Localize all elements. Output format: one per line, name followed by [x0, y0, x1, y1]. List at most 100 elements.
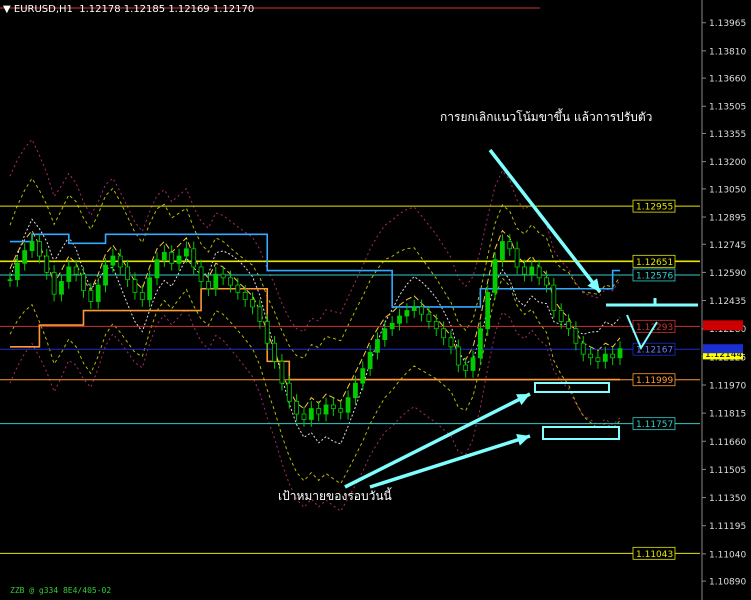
candle-body	[485, 291, 491, 330]
annotation-bottom-text: เป้าหมายของรอบวันนี้	[278, 489, 392, 503]
candle-body	[272, 342, 277, 362]
candle-body	[323, 404, 329, 415]
candle-body	[66, 266, 72, 282]
level-label: 1.12651	[636, 258, 673, 268]
candle-body	[389, 322, 395, 330]
symbol-label: EURUSD,H1	[13, 4, 73, 15]
candle-body	[7, 279, 13, 282]
candle-body	[308, 408, 314, 420]
candle-body	[29, 241, 35, 252]
candle-body	[367, 351, 373, 370]
candle-body	[147, 277, 153, 301]
candle-body	[588, 353, 594, 359]
candle-body	[375, 339, 380, 353]
level-label: 1.11757	[636, 420, 673, 430]
y-tick-label: 1.13965	[709, 19, 746, 29]
candle-body	[397, 315, 402, 324]
candle-body	[294, 400, 300, 415]
y-tick-label: 1.12590	[709, 269, 746, 279]
candle-body	[103, 264, 108, 286]
candle-body	[73, 266, 79, 275]
candle-body	[617, 348, 623, 359]
candle-body	[345, 397, 351, 413]
candle-body	[14, 262, 20, 281]
red-price-box	[703, 320, 743, 331]
candle-body	[44, 255, 50, 273]
y-tick-label: 1.11660	[709, 438, 746, 448]
candle-body	[301, 413, 307, 420]
candle-body	[566, 321, 571, 330]
candle-body	[250, 299, 255, 308]
level-label: 1.11043	[636, 550, 673, 560]
candle-body	[22, 250, 28, 264]
candle-body	[169, 252, 175, 264]
symbol-header: ▼ EURUSD,H1 1.12178 1.12185 1.12169 1.12…	[3, 4, 254, 15]
candle-body	[220, 273, 226, 279]
candle-body	[139, 291, 145, 301]
candle-body	[228, 277, 233, 286]
candle-body	[610, 353, 616, 359]
candle-body	[286, 382, 292, 402]
candle-body	[161, 252, 167, 261]
level-label: 1.12576	[636, 271, 673, 281]
candle-body	[59, 281, 64, 295]
candle-body	[433, 321, 439, 330]
candle-body	[183, 248, 189, 257]
candle-body	[125, 266, 130, 281]
candle-body	[338, 408, 344, 413]
candle-body	[448, 337, 454, 348]
candle-body	[316, 408, 322, 415]
candle-body	[441, 328, 447, 339]
candle-body	[595, 357, 601, 362]
candle-body	[235, 284, 241, 293]
price-axis: 1.13965 1.13810 1.13660 1.13505 1.13355 1.132…	[702, 19, 746, 588]
candle-body	[213, 273, 219, 290]
candle-body	[382, 328, 388, 340]
y-tick-label: 1.12745	[709, 241, 746, 251]
candle-body	[602, 353, 608, 362]
candle-body	[117, 255, 123, 268]
candle-body	[551, 284, 557, 311]
candle-body	[492, 259, 498, 293]
candle-body	[544, 277, 549, 286]
candle-body	[455, 346, 461, 366]
y-tick-label: 1.11350	[709, 494, 746, 504]
y-tick-label: 1.11195	[709, 522, 746, 532]
candle-body	[198, 266, 204, 282]
candle-body	[507, 241, 513, 250]
candle-body	[242, 291, 248, 301]
candle-body	[257, 306, 263, 322]
candle-body	[110, 255, 116, 266]
candle-body	[411, 306, 417, 311]
y-tick-label: 1.10890	[709, 578, 746, 588]
y-tick-label: 1.12895	[709, 214, 746, 224]
chart-background	[0, 0, 751, 600]
candle-body	[477, 328, 483, 359]
y-tick-label: 1.13505	[709, 103, 746, 113]
candle-body	[36, 241, 42, 257]
candle-body	[264, 321, 270, 344]
y-tick-label: 1.11815	[709, 410, 746, 420]
candle-body	[95, 284, 101, 302]
annotation-top-text: การยกเลิกแนวโน้มขาขึ้น แล้วการปรับตัว	[440, 110, 653, 124]
candle-body	[176, 255, 182, 264]
candle-body	[522, 266, 527, 275]
blue-price-box	[703, 344, 743, 354]
collapse-triangle-icon[interactable]: ▼	[3, 4, 14, 15]
candle-body	[419, 306, 424, 315]
candle-body	[330, 404, 336, 409]
y-tick-label: 1.13050	[709, 185, 746, 195]
candle-body	[360, 368, 366, 384]
candle-body	[51, 271, 57, 295]
y-tick-label: 1.11970	[709, 381, 746, 391]
candle-body	[426, 313, 432, 322]
candle-body	[514, 248, 520, 268]
level-label: 1.12955	[636, 203, 673, 213]
y-tick-label: 1.13355	[709, 130, 746, 140]
candle-body	[558, 310, 564, 322]
candle-body	[154, 259, 160, 279]
candle-body	[536, 266, 542, 279]
candle-body	[353, 382, 358, 399]
candle-body	[463, 364, 469, 371]
y-tick-label: 1.11505	[709, 466, 746, 476]
